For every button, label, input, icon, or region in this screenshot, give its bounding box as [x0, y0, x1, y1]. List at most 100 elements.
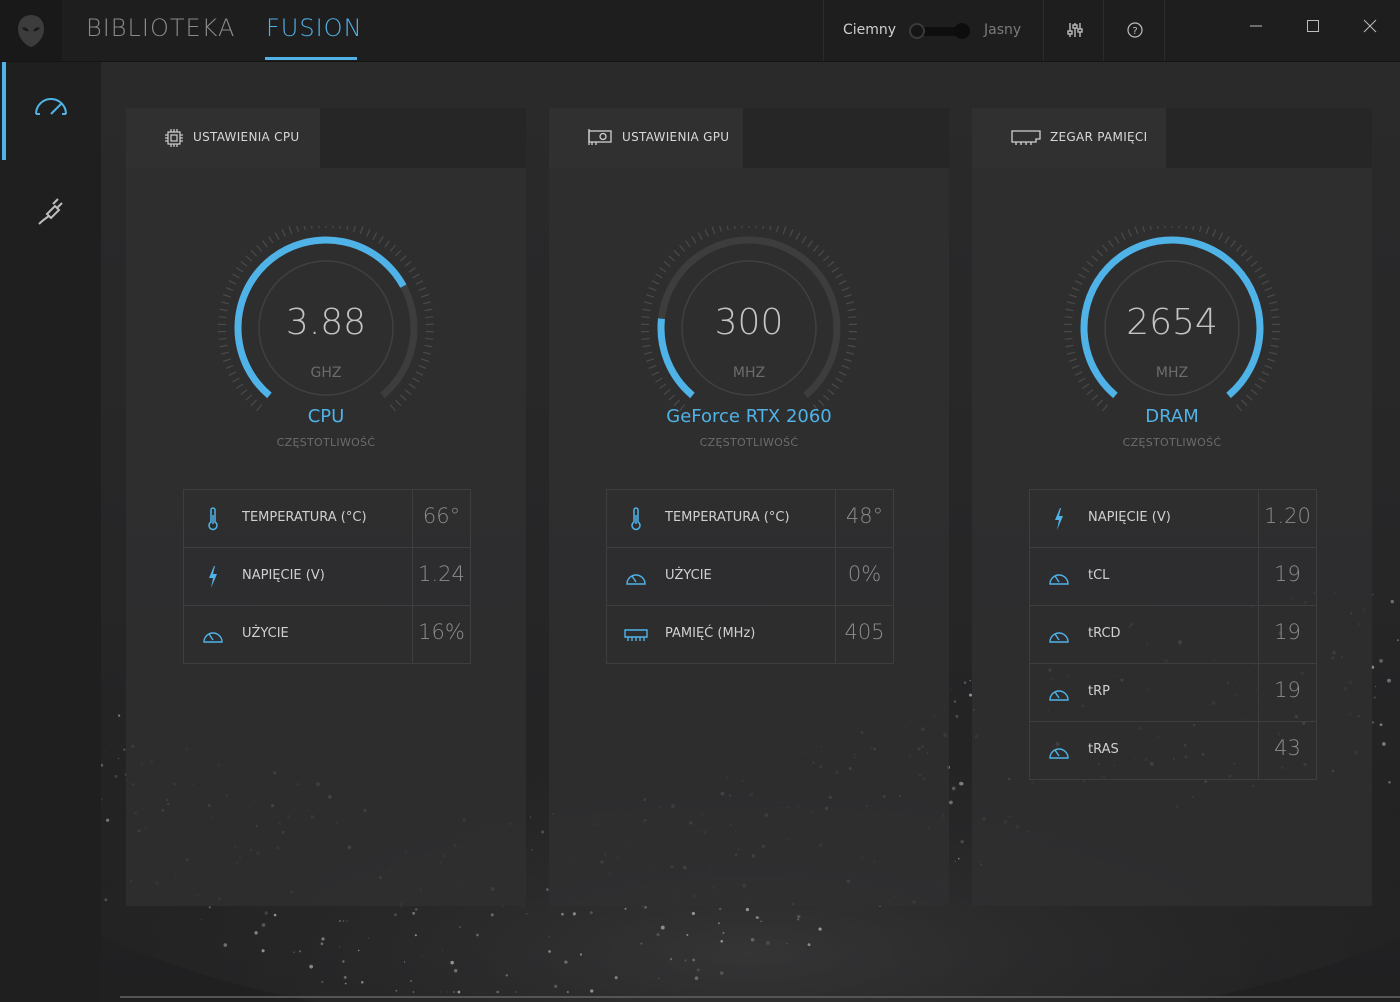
- panel-title: USTAWIENIA GPU: [622, 130, 730, 144]
- particle: [554, 984, 558, 988]
- particle: [561, 912, 564, 916]
- sliders-icon[interactable]: [1063, 18, 1087, 42]
- particle: [548, 950, 551, 953]
- memory-panel: ZEGAR PAMIĘCI 2654 MHZ DRAM CZĘSTOTLIWOŚ…: [972, 108, 1372, 906]
- particle: [114, 774, 118, 778]
- help-icon[interactable]: ?: [1123, 18, 1147, 42]
- particle: [745, 907, 750, 912]
- tab-library[interactable]: BIBLIOTEKA: [86, 14, 235, 48]
- memory-panel-tab[interactable]: ZEGAR PAMIĘCI: [972, 108, 1166, 168]
- panel-tab-spacer: [1166, 108, 1372, 168]
- particle: [254, 931, 258, 935]
- particle: [320, 942, 324, 946]
- lightning-icon: [200, 564, 226, 590]
- stat-value: 66°: [422, 504, 461, 528]
- particle: [722, 932, 725, 934]
- particle: [572, 912, 576, 916]
- gpu-panel-tab[interactable]: USTAWIENIA GPU: [549, 108, 743, 168]
- particle: [309, 964, 314, 969]
- particle: [118, 714, 121, 717]
- particle: [957, 857, 960, 860]
- divider: [1043, 0, 1044, 61]
- minimize-icon[interactable]: [1242, 12, 1270, 40]
- particle: [640, 942, 643, 945]
- stat-row: TEMPERATURA (°C) 66°: [184, 490, 470, 547]
- particle: [684, 959, 687, 962]
- particle: [403, 961, 406, 963]
- particle: [1388, 781, 1391, 784]
- stat-value: 1.24: [418, 562, 465, 586]
- particle: [109, 744, 111, 746]
- stat-row: tRCD 19: [1030, 605, 1316, 663]
- particle: [686, 934, 689, 936]
- particle: [273, 913, 277, 917]
- stat-label: tRP: [1088, 684, 1110, 699]
- particle: [339, 920, 341, 922]
- particle: [963, 681, 967, 684]
- particle: [691, 911, 696, 916]
- gauge-value: 3.88: [285, 302, 367, 343]
- stat-label: tCL: [1088, 568, 1110, 583]
- thermometer-icon: [200, 506, 226, 532]
- particle: [223, 943, 228, 947]
- stat-value: 43: [1274, 736, 1301, 760]
- horizontal-scrollbar[interactable]: [120, 996, 1400, 998]
- particle: [476, 933, 479, 937]
- gauge-unit: MHZ: [732, 365, 766, 381]
- particle: [766, 940, 770, 945]
- device-subtitle: CZĘSTOTLIWOŚĆ: [276, 436, 376, 449]
- particle: [394, 913, 397, 917]
- particle: [453, 990, 456, 994]
- stat-row: UŻYCIE 0%: [607, 547, 893, 605]
- particle: [1390, 599, 1394, 604]
- stat-row: UŻYCIE 16%: [184, 605, 470, 663]
- particle: [515, 991, 518, 993]
- particle: [718, 922, 720, 925]
- particle: [624, 907, 627, 910]
- particle: [564, 960, 568, 964]
- cpu-panel: USTAWIENIA CPU 3.88 GHZ CPU CZĘSTOTLIWOŚ…: [126, 108, 526, 906]
- panel-tab-spacer: [320, 108, 526, 168]
- particle: [261, 949, 265, 953]
- particle: [105, 818, 110, 822]
- gauge-unit: MHZ: [1155, 365, 1189, 381]
- gauge-icon: [1046, 564, 1072, 590]
- particle: [951, 786, 956, 791]
- lightning-icon: [1046, 506, 1072, 532]
- particle: [548, 936, 550, 938]
- theme-toggle[interactable]: [909, 23, 970, 39]
- particle: [950, 689, 952, 690]
- particle: [342, 960, 345, 963]
- gauge-icon: [1046, 622, 1072, 648]
- stats-table: NAPIĘCIE (V) 1.20 tCL 19 tRCD 19 tRP 19 …: [1029, 489, 1317, 780]
- particle: [718, 907, 722, 911]
- plug-icon[interactable]: [30, 189, 72, 231]
- theme-light-label: Jasny: [984, 22, 1022, 38]
- graphics-card-icon: [587, 128, 612, 146]
- alienware-logo-icon[interactable]: [0, 0, 62, 61]
- stat-label: tRCD: [1088, 626, 1121, 641]
- particle: [483, 991, 484, 993]
- stat-row: TEMPERATURA (°C) 48°: [607, 490, 893, 547]
- particle: [1387, 678, 1391, 683]
- cpu-panel-tab[interactable]: USTAWIENIA CPU: [126, 108, 320, 168]
- particle: [719, 971, 724, 976]
- stat-row: tCL 19: [1030, 547, 1316, 605]
- particle: [807, 943, 811, 947]
- particle: [104, 898, 108, 902]
- gauge-unit: GHZ: [310, 365, 342, 381]
- stat-row: PAMIĘĆ (MHz) 405: [607, 605, 893, 663]
- particle: [750, 937, 755, 942]
- tab-fusion[interactable]: FUSION: [266, 14, 363, 48]
- stat-value: 19: [1274, 678, 1301, 702]
- memory-icon: [623, 622, 649, 648]
- particle: [529, 816, 531, 818]
- sidebar-item-fusion[interactable]: [0, 62, 101, 160]
- particle: [797, 918, 799, 921]
- particle: [447, 991, 448, 993]
- maximize-icon[interactable]: [1299, 12, 1327, 40]
- close-icon[interactable]: [1356, 12, 1384, 40]
- particle: [1371, 721, 1374, 724]
- particle: [526, 913, 528, 915]
- stat-label: tRAS: [1088, 742, 1119, 757]
